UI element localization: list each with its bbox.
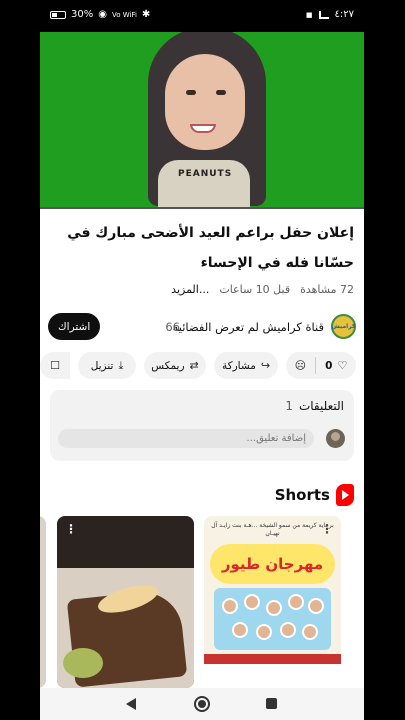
comments-heading: التعليقات bbox=[298, 399, 344, 413]
short-card[interactable]: ⋮ bbox=[57, 516, 194, 688]
recent-apps-icon[interactable] bbox=[266, 698, 277, 709]
shorts-title: Shorts bbox=[274, 486, 330, 504]
short-poster-footer bbox=[204, 664, 341, 688]
more-link[interactable]: ...المزيد bbox=[171, 283, 209, 296]
shirt-print-text: PEANUTS bbox=[178, 169, 233, 179]
like-count: 0 bbox=[325, 359, 333, 372]
battery-icon bbox=[50, 10, 66, 19]
comments-count: 1 bbox=[285, 399, 293, 413]
save-button[interactable]: ☐ bbox=[40, 352, 70, 379]
kid-face bbox=[256, 624, 272, 640]
upload-time: قبل 10 ساعات bbox=[219, 283, 291, 296]
wifi-icon: ◉ bbox=[98, 9, 107, 20]
download-button[interactable]: ⤓ تنزيل bbox=[78, 352, 136, 379]
channel-name[interactable]: قناة كراميش لم تعرض الفضائية bbox=[173, 320, 324, 334]
battery-level: 30% bbox=[71, 9, 94, 20]
thumbs-down-icon[interactable]: ☹ bbox=[295, 359, 306, 372]
share-label: مشاركة bbox=[221, 359, 256, 372]
more-options-icon[interactable]: ⋮ bbox=[321, 522, 333, 536]
kid-face bbox=[222, 598, 238, 614]
remix-label: ريمكس bbox=[151, 359, 185, 372]
chip-divider bbox=[315, 357, 317, 374]
download-label: تنزيل bbox=[90, 359, 114, 372]
notification-icon: ■ bbox=[305, 10, 313, 19]
video-subject-face bbox=[165, 54, 245, 150]
thumbs-up-icon[interactable]: ♡ bbox=[337, 359, 347, 372]
video-progress-bar[interactable] bbox=[40, 207, 364, 209]
short-poster-kids bbox=[214, 588, 331, 650]
kid-face bbox=[266, 600, 282, 616]
remix-icon: ⇄ bbox=[189, 359, 199, 372]
back-icon[interactable] bbox=[126, 698, 136, 710]
video-player[interactable]: PEANUTS bbox=[40, 32, 364, 208]
clock: ٤:٢٧ bbox=[334, 9, 354, 20]
subscriber-count: 66 bbox=[165, 320, 180, 334]
kid-face bbox=[302, 624, 318, 640]
bookmark-icon: ☐ bbox=[50, 359, 60, 372]
comments-section[interactable]: التعليقات 1 bbox=[50, 390, 354, 461]
remix-button[interactable]: ⇄ ريمكس bbox=[144, 352, 206, 379]
video-subject-eye bbox=[216, 90, 226, 95]
view-count: 72 مشاهدة bbox=[300, 283, 354, 296]
kid-face bbox=[288, 594, 304, 610]
signal-icon bbox=[318, 10, 329, 19]
more-options-icon[interactable]: ⋮ bbox=[65, 522, 77, 536]
bluetooth-icon: ✱ bbox=[141, 9, 151, 20]
short-thumb-pistachio bbox=[63, 648, 103, 678]
kid-face bbox=[280, 622, 296, 638]
vowifi-label: Vo WiFi bbox=[111, 10, 137, 19]
video-meta[interactable]: 72 مشاهدة قبل 10 ساعات ...المزيد bbox=[171, 283, 354, 296]
download-icon: ⤓ bbox=[118, 358, 124, 372]
short-poster-title: مهرجان طيور الجنة bbox=[210, 544, 335, 613]
video-title: إعلان حفل براعم العيد الأضحى مبارك في حس… bbox=[67, 225, 354, 271]
user-avatar bbox=[326, 429, 345, 448]
action-chips: ♡ 0 ☹ ↪ مشاركة ⇄ ريمكس ⤓ تنزيل ☐ bbox=[40, 352, 356, 379]
add-comment-input[interactable] bbox=[58, 429, 314, 448]
shorts-logo-icon bbox=[336, 484, 354, 506]
shorts-header: Shorts bbox=[275, 484, 354, 506]
video-subject-eye bbox=[186, 90, 196, 95]
share-button[interactable]: ↪ مشاركة bbox=[214, 352, 278, 379]
home-icon[interactable] bbox=[194, 696, 210, 712]
phone-screen: 30% ◉ Vo WiFi ✱ ٤:٢٧ ■ PEANUTS إعلان حفل… bbox=[40, 0, 364, 720]
comments-header: التعليقات 1 bbox=[285, 399, 344, 413]
system-nav-bar bbox=[40, 688, 364, 720]
channel-row[interactable]: كراميش قناة كراميش لم تعرض الفضائية 66 ا… bbox=[48, 312, 356, 342]
short-card-partial[interactable] bbox=[40, 516, 46, 688]
video-subject-shirt bbox=[158, 160, 250, 208]
kid-face bbox=[308, 598, 324, 614]
status-bar: 30% ◉ Vo WiFi ✱ ٤:٢٧ ■ bbox=[40, 0, 364, 32]
share-icon: ↪ bbox=[260, 359, 271, 372]
channel-avatar[interactable]: كراميش bbox=[331, 314, 356, 339]
kid-face bbox=[244, 594, 260, 610]
short-card[interactable]: برعاية كريمة من سمو الشيخة ...هـة بنت زا… bbox=[204, 516, 341, 688]
subscribe-button[interactable]: اشتراك bbox=[48, 313, 101, 340]
short-poster-band bbox=[204, 654, 341, 664]
kid-face bbox=[232, 622, 248, 638]
like-dislike-chip: ♡ 0 ☹ bbox=[286, 352, 356, 379]
